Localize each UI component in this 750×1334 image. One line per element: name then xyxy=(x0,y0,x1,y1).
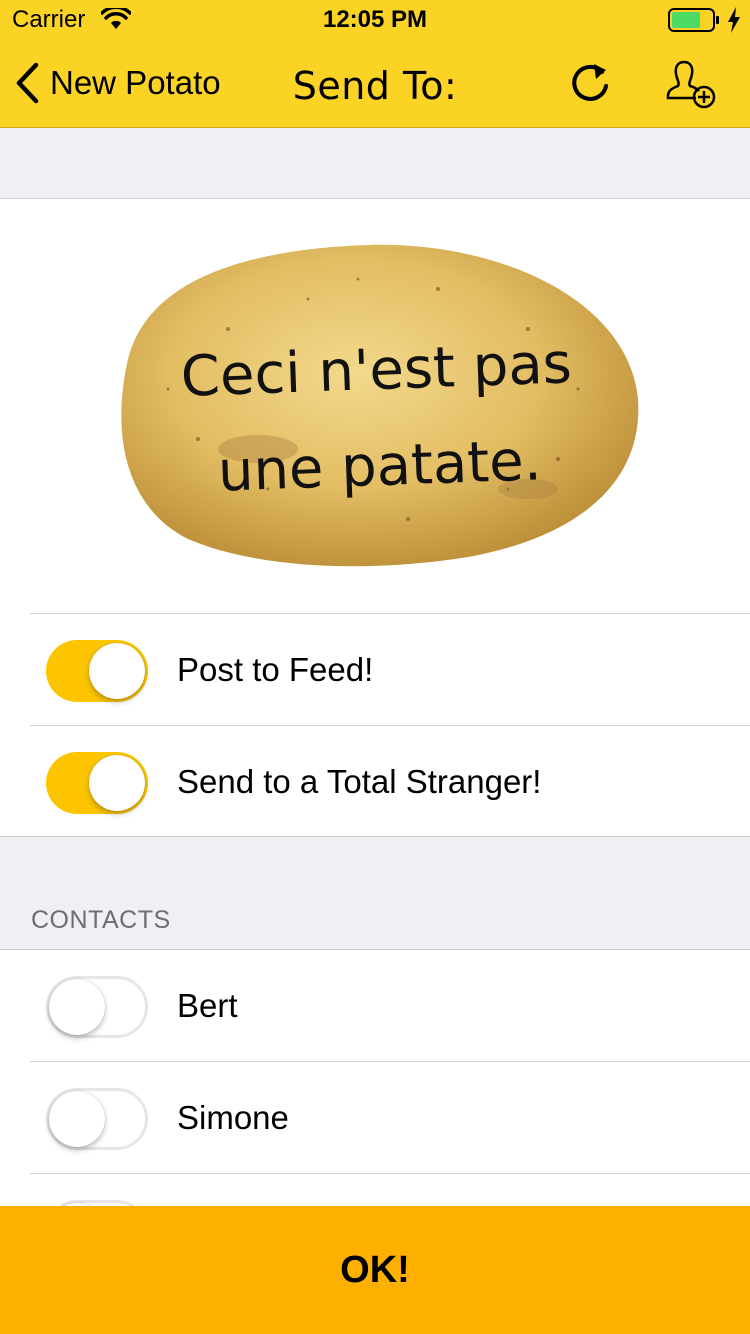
spacer xyxy=(0,129,750,199)
toggle-knob xyxy=(49,1091,105,1147)
potato-message: Ceci n'est pas une patate. xyxy=(145,315,611,523)
add-contact-icon[interactable] xyxy=(664,56,720,112)
toggle-knob xyxy=(49,979,105,1035)
option-row-send-to-stranger: Send to a Total Stranger! xyxy=(30,725,750,837)
section-header-label: CONTACTS xyxy=(31,906,171,934)
toggle-knob xyxy=(89,643,145,699)
clock: 12:05 PM xyxy=(322,6,428,33)
potato-card: Ceci n'est pas une patate. Post to Feed!… xyxy=(0,199,750,837)
contact-row-bert: Bert xyxy=(30,950,750,1062)
contacts-section-header: CONTACTS xyxy=(0,838,750,950)
send-to-stranger-toggle[interactable] xyxy=(46,752,148,814)
ok-button[interactable]: OK! xyxy=(0,1206,750,1334)
contact-toggle-simone[interactable] xyxy=(46,1088,148,1150)
option-label: Post to Feed! xyxy=(177,651,374,688)
contact-name: Simone xyxy=(177,1099,289,1136)
charging-bolt-icon xyxy=(728,7,740,33)
refresh-icon[interactable] xyxy=(566,60,614,108)
contacts-list: Bert Simone xyxy=(0,950,750,1210)
potato-message-line-1: Ceci n'est pas xyxy=(179,331,573,410)
option-label: Send to a Total Stranger! xyxy=(177,763,542,800)
potato-message-line-2: une patate. xyxy=(216,428,543,505)
contact-toggle-bert[interactable] xyxy=(46,976,148,1038)
contact-name: Bert xyxy=(177,987,238,1024)
navigation-bar: New Potato Send To: xyxy=(0,40,750,128)
status-bar: Carrier 12:05 PM xyxy=(0,0,750,40)
battery-icon xyxy=(668,8,719,32)
option-row-post-to-feed: Post to Feed! xyxy=(30,613,750,725)
potato-image: Ceci n'est pas une patate. xyxy=(108,239,642,573)
page-title: Send To: xyxy=(292,64,458,108)
contact-row-simone: Simone xyxy=(30,1061,750,1173)
post-to-feed-toggle[interactable] xyxy=(46,640,148,702)
top-bar: Carrier 12:05 PM New Potato Send To: xyxy=(0,0,750,128)
contact-row-partial xyxy=(30,1173,750,1210)
toggle-knob xyxy=(89,755,145,811)
